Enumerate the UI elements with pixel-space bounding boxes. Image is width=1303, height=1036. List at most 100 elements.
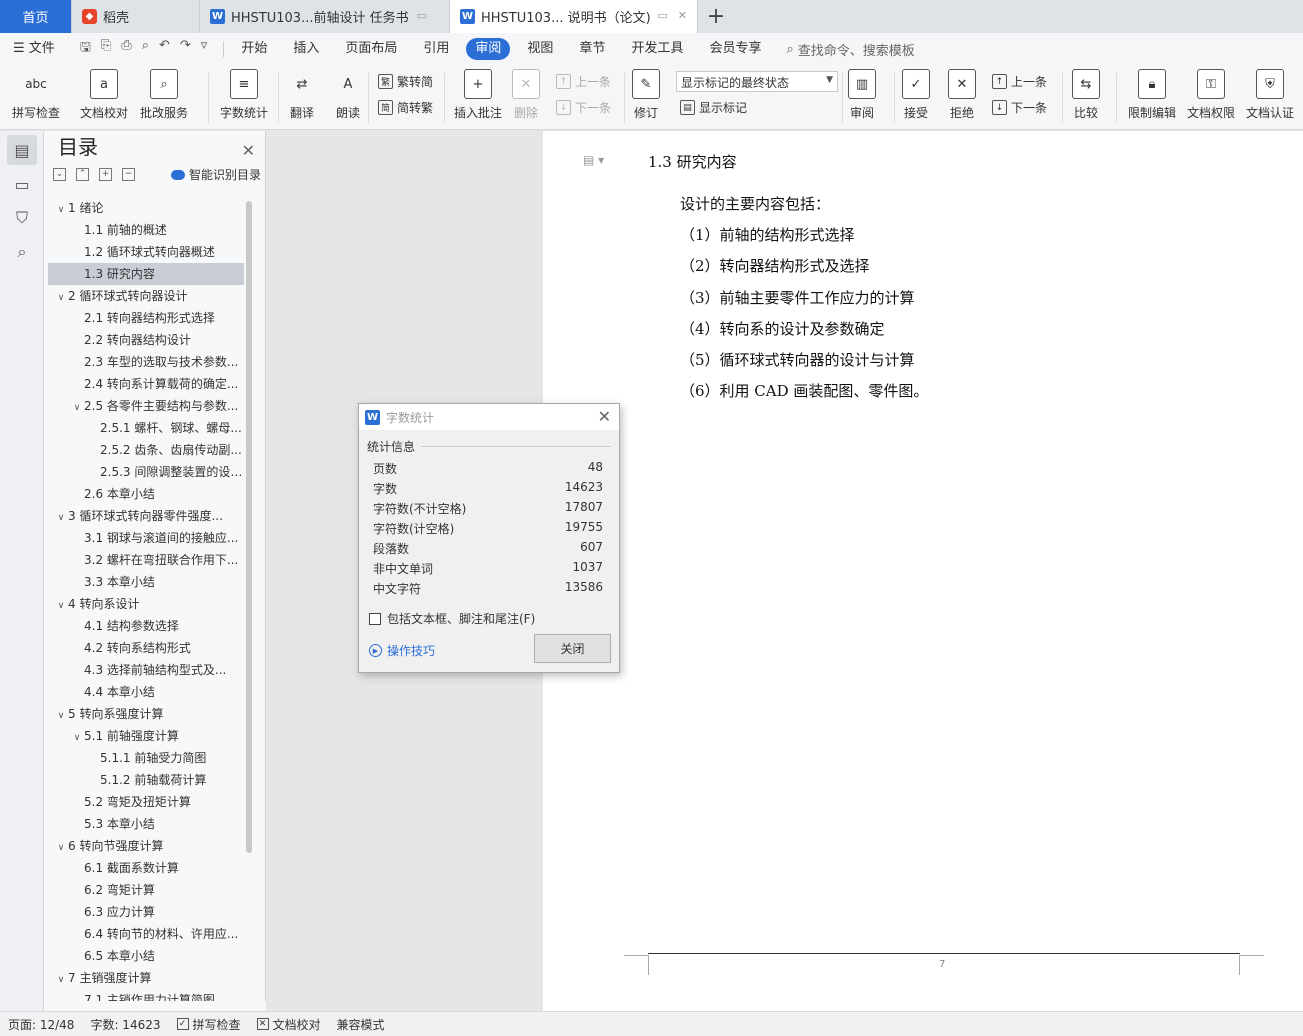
- toc-item[interactable]: 6.4 转向节的材料、许用应...: [48, 923, 244, 945]
- toc-item[interactable]: 6.5 本章小结: [48, 945, 244, 967]
- chevron-down-icon[interactable]: ∨: [70, 727, 84, 747]
- file-menu[interactable]: ☰ 文件: [0, 38, 68, 60]
- toc-item[interactable]: 4.3 选择前轴结构型式及...: [48, 659, 244, 681]
- toc-item[interactable]: ∨ 2 循环球式转向器设计: [48, 285, 244, 307]
- reject-button[interactable]: ✕ 拒绝: [948, 69, 976, 121]
- review-service-button[interactable]: ⌕ 批改服务: [140, 69, 188, 121]
- delete-comment-button[interactable]: ✕ 删除: [512, 69, 540, 121]
- add-heading-icon[interactable]: +: [99, 167, 112, 181]
- show-markup-button[interactable]: ▤ 显示标记: [680, 99, 747, 116]
- close-icon[interactable]: ✕: [598, 407, 611, 426]
- accept-button[interactable]: ✓ 接受: [902, 69, 930, 121]
- paragraph-icon[interactable]: ▤ ▾: [583, 153, 604, 167]
- menu-insert[interactable]: 插入: [280, 38, 332, 60]
- toc-item[interactable]: 2.2 转向器结构设计: [48, 329, 244, 351]
- include-textbox-checkbox[interactable]: 包括文本框、脚注和尾注(F): [369, 610, 535, 627]
- menu-review[interactable]: 审阅: [466, 38, 511, 60]
- toc-item[interactable]: 5.3 本章小结: [48, 813, 244, 835]
- print-icon[interactable]: ⎙: [121, 38, 131, 60]
- toc-item[interactable]: 4.4 本章小结: [48, 681, 244, 703]
- toc-item[interactable]: ∨ 4 转向系设计: [48, 593, 244, 615]
- translate-button[interactable]: ⇄ 翻译: [288, 69, 316, 121]
- undo-icon[interactable]: ↶: [159, 38, 170, 60]
- chevron-down-icon[interactable]: ∨: [54, 595, 68, 615]
- find-icon[interactable]: ⌕: [7, 237, 37, 267]
- toc-scrollbar[interactable]: [246, 201, 252, 853]
- toc-item[interactable]: 3.2 螺杆在弯扭联合作用下...: [48, 549, 244, 571]
- prev-comment-button[interactable]: ↑ 上一条: [556, 73, 611, 90]
- toc-item[interactable]: 2.5.3 间隙调整装置的设计...: [48, 461, 244, 483]
- toc-item[interactable]: 6.3 应力计算: [48, 901, 244, 923]
- chevron-down-icon[interactable]: ∨: [54, 507, 68, 527]
- doc-cert-button[interactable]: ⛨ 文档认证: [1246, 69, 1294, 121]
- menu-section[interactable]: 章节: [566, 38, 618, 60]
- remove-heading-icon[interactable]: −: [122, 167, 135, 181]
- menu-view[interactable]: 视图: [514, 38, 566, 60]
- tab-document-2[interactable]: W HHSTU103... 说明书（论文) ▭ ✕: [450, 0, 698, 33]
- chevron-down-icon[interactable]: ∨: [54, 287, 68, 307]
- next-change-button[interactable]: ↓ 下一条: [992, 99, 1047, 116]
- simp-to-trad-button[interactable]: 简简转繁: [378, 99, 433, 116]
- insert-comment-button[interactable]: + 插入批注: [454, 69, 502, 121]
- spellcheck-button[interactable]: abc 拼写检查: [12, 69, 60, 121]
- toc-item[interactable]: 5.1.1 前轴受力简图: [48, 747, 244, 769]
- toc-item[interactable]: ∨ 2.5 各零件主要结构与参数...: [48, 395, 244, 417]
- toc-item[interactable]: 3.1 钢球与滚道间的接触应...: [48, 527, 244, 549]
- print-preview-icon[interactable]: ⌕: [142, 38, 149, 60]
- review-pane-button[interactable]: ▥ 审阅: [848, 69, 876, 121]
- window-icon[interactable]: ▭: [657, 9, 667, 22]
- toc-item[interactable]: ∨ 5.1 前轴强度计算: [48, 725, 244, 747]
- expand-all-icon[interactable]: ⌃: [76, 167, 89, 181]
- toc-item[interactable]: 1.1 前轴的概述: [48, 219, 244, 241]
- next-comment-button[interactable]: ↓ 下一条: [556, 99, 611, 116]
- toc-item[interactable]: 2.5.2 齿条、齿扇传动副...: [48, 439, 244, 461]
- chevron-down-icon[interactable]: ∨: [54, 199, 68, 219]
- trad-to-simp-button[interactable]: 繁繁转简: [378, 73, 433, 90]
- status-words[interactable]: 字数: 14623: [82, 1016, 168, 1033]
- tab-home[interactable]: 首页: [0, 0, 72, 33]
- save-icon[interactable]: 🖫: [80, 38, 91, 60]
- tab-daoke[interactable]: ◆ 稻壳: [72, 0, 200, 33]
- markup-state-select[interactable]: 显示标记的最终状态 ▼: [676, 71, 838, 92]
- restrict-edit-button[interactable]: 🔒︎ 限制编辑: [1128, 69, 1176, 121]
- menu-member[interactable]: 会员专享: [696, 38, 774, 60]
- compare-button[interactable]: ⇆ 比较: [1072, 69, 1100, 121]
- toc-item[interactable]: 2.5.1 螺杆、钢球、螺母...: [48, 417, 244, 439]
- command-search[interactable]: ⌕ 查找命令、搜索模板: [774, 40, 914, 59]
- chevron-down-icon[interactable]: ∨: [54, 969, 68, 989]
- toc-item[interactable]: 4.1 结构参数选择: [48, 615, 244, 637]
- close-icon[interactable]: ✕: [678, 9, 687, 22]
- doc-proofread-button[interactable]: a 文档校对: [80, 69, 128, 121]
- customize-icon[interactable]: ▿: [201, 38, 208, 60]
- toc-item[interactable]: 6.1 截面系数计算: [48, 857, 244, 879]
- tips-link[interactable]: ▶ 操作技巧: [369, 642, 435, 659]
- tab-document-1[interactable]: W HHSTU103...前轴设计 任务书 ▭: [200, 0, 450, 33]
- menu-developer[interactable]: 开发工具: [618, 38, 696, 60]
- toc-item[interactable]: 3.3 本章小结: [48, 571, 244, 593]
- toc-item[interactable]: ∨ 5 转向系强度计算: [48, 703, 244, 725]
- chevron-down-icon[interactable]: ∨: [70, 397, 84, 417]
- chevron-down-icon[interactable]: ∨: [54, 705, 68, 725]
- toc-item[interactable]: ∨ 3 循环球式转向器零件强度...: [48, 505, 244, 527]
- window-icon[interactable]: ▭: [417, 9, 427, 22]
- toc-item[interactable]: 5.1.2 前轴载荷计算: [48, 769, 244, 791]
- prev-change-button[interactable]: ↑ 上一条: [992, 73, 1047, 90]
- export-icon[interactable]: ⎘: [101, 38, 111, 60]
- toc-panel-icon[interactable]: ▤: [7, 135, 37, 165]
- track-changes-button[interactable]: ✎ 修订: [632, 69, 660, 121]
- toc-item[interactable]: 1.3 研究内容: [48, 263, 244, 285]
- toc-item[interactable]: 2.4 转向系计算载荷的确定...: [48, 373, 244, 395]
- smart-toc-button[interactable]: 智能识别目录: [170, 166, 261, 183]
- doc-permission-button[interactable]: ⚿ 文档权限: [1187, 69, 1235, 121]
- new-tab-button[interactable]: +: [698, 0, 734, 33]
- status-page[interactable]: 页面: 12/48: [0, 1016, 82, 1033]
- toc-item[interactable]: ∨ 6 转向节强度计算: [48, 835, 244, 857]
- toc-item[interactable]: 6.2 弯矩计算: [48, 879, 244, 901]
- bookmark-icon[interactable]: ⛉: [7, 203, 37, 233]
- toc-item[interactable]: 5.2 弯矩及扭矩计算: [48, 791, 244, 813]
- menu-page-layout[interactable]: 页面布局: [332, 38, 410, 60]
- toc-item[interactable]: ∨ 1 绪论: [48, 197, 244, 219]
- word-count-button[interactable]: ≡ 字数统计: [220, 69, 268, 121]
- toc-item[interactable]: ∨ 7 主销强度计算: [48, 967, 244, 989]
- redo-icon[interactable]: ↷: [180, 38, 191, 60]
